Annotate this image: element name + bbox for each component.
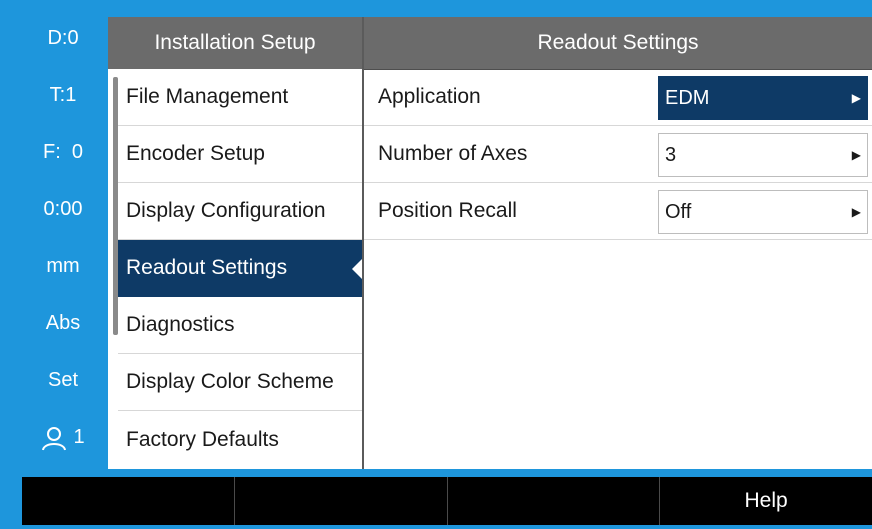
menu-item-diagnostics[interactable]: Diagnostics <box>118 297 362 354</box>
status-units-label: mm <box>46 255 80 277</box>
settings-list: Application EDM ▶ Number of Axes 3 ▶ Pos… <box>364 69 872 240</box>
installation-setup-panel: Installation Setup File Management Encod… <box>108 17 363 469</box>
setting-row-number-of-axes: Number of Axes 3 ▶ <box>364 126 872 183</box>
menu-item-encoder-setup[interactable]: Encoder Setup <box>118 126 362 183</box>
softkey-bar: Help <box>22 477 872 525</box>
setting-value: Off <box>665 200 692 223</box>
status-user-label: 1 <box>73 426 85 448</box>
setting-label: Number of Axes <box>378 142 528 165</box>
status-datum[interactable]: D:0 <box>20 10 106 67</box>
status-feed-label: F: 0 <box>42 141 83 163</box>
status-datum-label: D:0 <box>47 27 79 49</box>
menu-list: File Management Encoder Setup Display Co… <box>118 69 363 468</box>
setting-row-position-recall: Position Recall Off ▶ <box>364 183 872 240</box>
menu-item-display-color-scheme[interactable]: Display Color Scheme <box>118 354 362 411</box>
setting-value: 3 <box>665 143 677 166</box>
chevron-right-icon: ▶ <box>851 91 861 105</box>
menu-item-label: Display Color Scheme <box>126 370 334 393</box>
menu-title: Installation Setup <box>108 17 362 69</box>
softkey-1[interactable] <box>22 477 235 525</box>
chevron-right-icon: ▶ <box>851 148 861 162</box>
status-user[interactable]: 1 <box>20 409 106 466</box>
menu-item-readout-settings[interactable]: Readout Settings <box>118 240 363 297</box>
status-set-label: Set <box>47 369 79 391</box>
menu-item-label: File Management <box>126 85 289 108</box>
setting-row-application: Application EDM ▶ <box>364 69 872 126</box>
status-feed[interactable]: F: 0 <box>20 124 106 181</box>
settings-title: Readout Settings <box>364 17 872 70</box>
setting-value: EDM <box>665 86 710 109</box>
setting-label: Application <box>378 85 481 108</box>
softkey-2[interactable] <box>235 477 448 525</box>
status-abs-inc[interactable]: Abs <box>20 295 106 352</box>
position-recall-select[interactable]: Off ▶ <box>658 190 868 234</box>
status-bar: D:0 T:1 F: 0 0:00 mm Abs Set 1 <box>20 10 106 470</box>
menu-item-label: Display Configuration <box>126 199 326 222</box>
status-timer[interactable]: 0:00 <box>20 181 106 238</box>
menu-item-label: Factory Defaults <box>126 427 279 451</box>
status-abs-label: Abs <box>45 312 81 334</box>
status-tool[interactable]: T:1 <box>20 67 106 124</box>
status-tool-label: T:1 <box>49 84 77 106</box>
chevron-right-icon: ▶ <box>851 205 861 219</box>
menu-item-factory-defaults[interactable]: Factory Defaults <box>118 411 362 468</box>
help-softkey[interactable]: Help <box>660 477 872 525</box>
number-of-axes-select[interactable]: 3 ▶ <box>658 133 868 177</box>
readout-settings-panel: Readout Settings Application EDM ▶ Numbe… <box>362 17 872 469</box>
status-timer-label: 0:00 <box>43 198 83 220</box>
menu-item-label: Encoder Setup <box>126 142 265 165</box>
menu-item-label: Readout Settings <box>126 256 288 279</box>
status-units[interactable]: mm <box>20 238 106 295</box>
user-icon <box>41 425 67 451</box>
app-frame: D:0 T:1 F: 0 0:00 mm Abs Set 1 Installat… <box>0 0 872 529</box>
menu-item-file-management[interactable]: File Management <box>118 69 362 126</box>
softkey-3[interactable] <box>448 477 661 525</box>
setting-label: Position Recall <box>378 199 517 222</box>
menu-item-display-configuration[interactable]: Display Configuration <box>118 183 362 240</box>
menu-item-label: Diagnostics <box>126 313 235 336</box>
application-select[interactable]: EDM ▶ <box>658 76 868 120</box>
status-set[interactable]: Set <box>20 352 106 409</box>
